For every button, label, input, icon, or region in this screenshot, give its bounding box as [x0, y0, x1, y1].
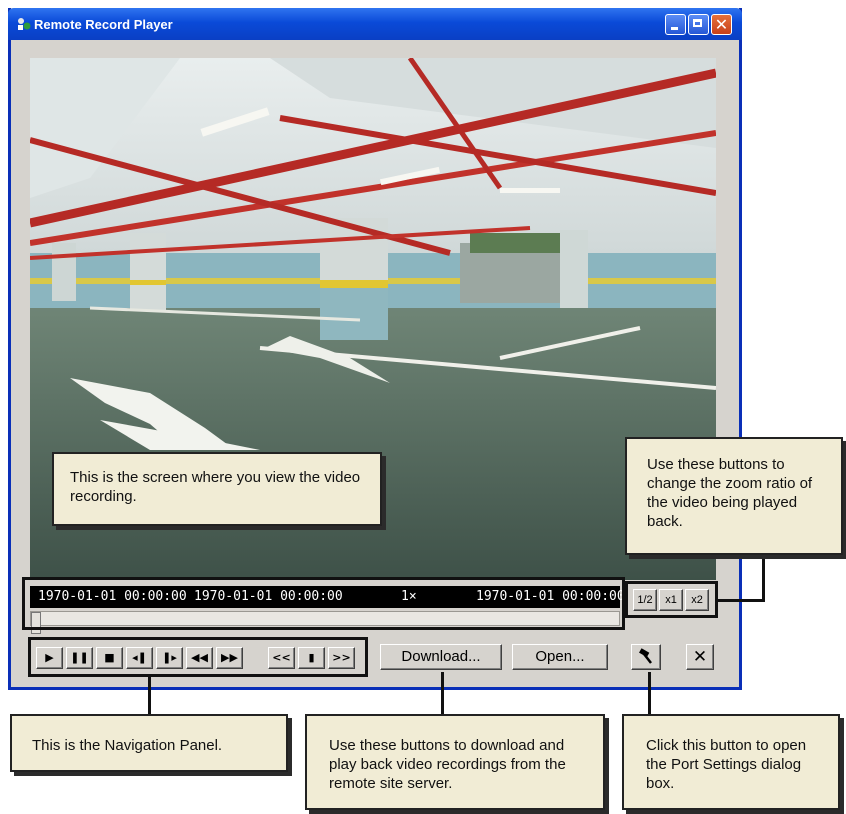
download-callout-text: Use these buttons to download and play b… [329, 737, 566, 792]
timeline-highlight [22, 577, 625, 630]
zoom-connector-h [718, 599, 765, 602]
close-x-icon: ✕ [692, 647, 708, 667]
download-button[interactable]: Download... [380, 644, 502, 670]
hammer-icon [637, 648, 655, 670]
nav-connector [148, 677, 151, 715]
port-settings-callout-text: Click this button to open the Port Setti… [646, 737, 807, 792]
navigation-panel-highlight [28, 637, 368, 677]
maximize-icon[interactable] [688, 14, 709, 35]
settings-connector [648, 672, 651, 715]
minimize-icon[interactable] [665, 14, 686, 35]
navigation-callout: This is the Navigation Panel. [10, 714, 288, 772]
zoom-callout: Use these buttons to change the zoom rat… [625, 437, 843, 555]
screen-callout: This is the screen where you view the vi… [52, 452, 382, 526]
port-settings-callout: Click this button to open the Port Setti… [622, 714, 840, 810]
app-icon [16, 16, 32, 32]
screen-callout-text: This is the screen where you view the vi… [70, 469, 361, 505]
zoom-connector-v [762, 556, 765, 602]
zoom-callout-text: Use these buttons to change the zoom rat… [647, 456, 813, 530]
close-player-button[interactable]: ✕ [686, 644, 714, 670]
open-button[interactable]: Open... [512, 644, 608, 670]
close-icon[interactable]: ✕ [711, 14, 732, 35]
window-title: Remote Record Player [34, 17, 173, 32]
port-settings-button[interactable] [631, 644, 661, 670]
zoom-buttons-highlight [625, 581, 718, 618]
download-connector [441, 672, 444, 715]
navigation-callout-text: This is the Navigation Panel. [32, 737, 223, 754]
download-callout: Use these buttons to download and play b… [305, 714, 605, 810]
title-bar[interactable]: Remote Record Player ✕ [8, 8, 742, 40]
